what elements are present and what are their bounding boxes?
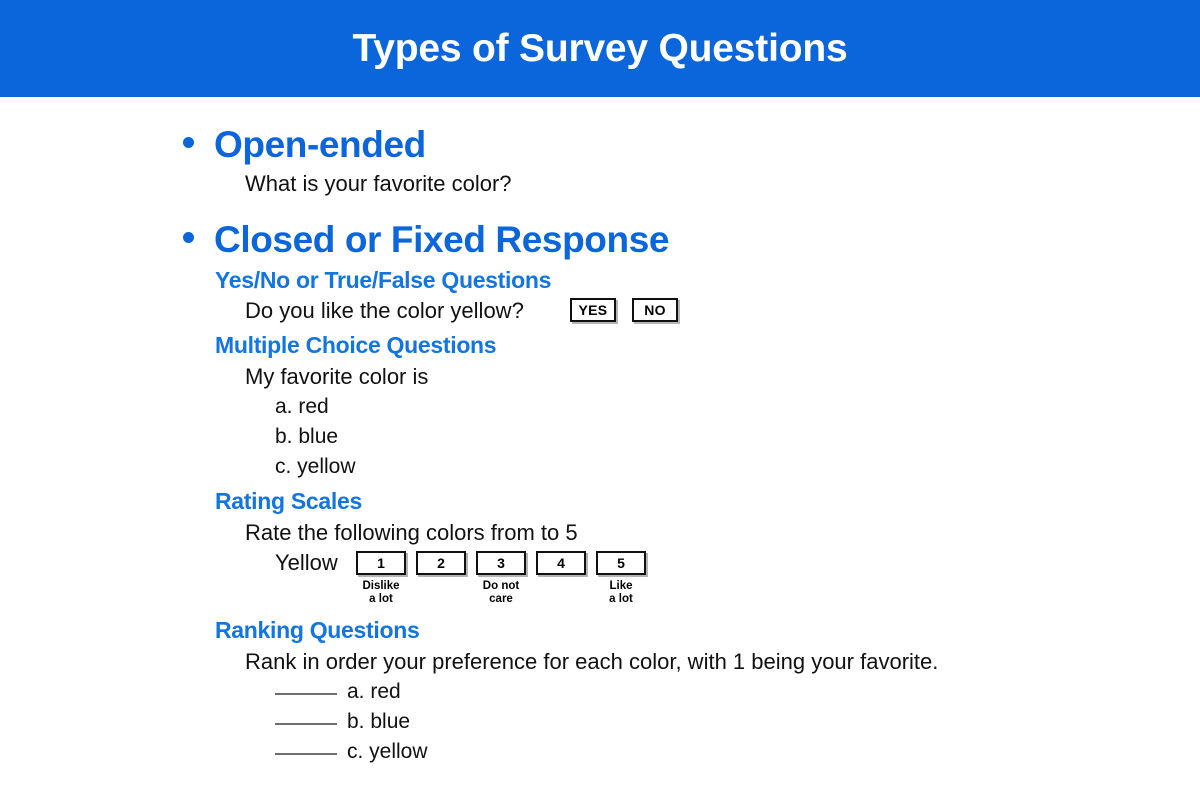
slide-body: Open-ended What is your favorite color? … — [0, 97, 1200, 800]
open-ended-example: What is your favorite color? — [245, 171, 512, 196]
subheading-rating-scales: Rating Scales — [215, 488, 362, 514]
ranking-blank-input-c[interactable] — [275, 753, 337, 755]
ranking-prompt: Rank in order your preference for each c… — [245, 649, 939, 674]
page-title: Types of Survey Questions — [352, 26, 848, 70]
ranking-label-a: a. red — [347, 680, 401, 703]
multiple-choice-option-c: c. yellow — [275, 455, 356, 478]
rating-item-label: Yellow — [275, 550, 338, 575]
multiple-choice-prompt: My favorite color is — [245, 364, 429, 389]
answer-box-no[interactable]: NO — [632, 298, 678, 322]
rating-cell-3: 3 Do not care — [476, 551, 526, 606]
rating-scale-group: 1 Dislike a lot 2 3 Do not care 4 5 Like… — [356, 551, 646, 606]
ranking-row-a: a. red — [275, 680, 401, 704]
bullet-closed-response: Closed or Fixed Response — [183, 219, 669, 261]
rating-caption-5: Like a lot — [609, 580, 633, 606]
rating-cell-5: 5 Like a lot — [596, 551, 646, 606]
multiple-choice-option-a: a. red — [275, 395, 329, 418]
rating-cell-4: 4 — [536, 551, 586, 606]
subheading-ranking: Ranking Questions — [215, 617, 420, 643]
ranking-label-c: c. yellow — [347, 740, 428, 763]
rating-caption-1: Dislike a lot — [362, 580, 400, 606]
bullet-open-ended: Open-ended — [183, 124, 426, 166]
ranking-label-b: b. blue — [347, 710, 411, 733]
answer-box-yes[interactable]: YES — [570, 298, 616, 322]
slide: Types of Survey Questions Open-ended Wha… — [0, 0, 1200, 800]
bullet-dot-icon — [183, 232, 194, 243]
yes-no-prompt: Do you like the color yellow? — [245, 298, 524, 323]
multiple-choice-option-b: b. blue — [275, 425, 339, 448]
ranking-blank-input-a[interactable] — [275, 693, 337, 695]
ranking-blank-input-b[interactable] — [275, 723, 337, 725]
rating-box-5[interactable]: 5 — [596, 551, 646, 575]
ranking-row-b: b. blue — [275, 710, 410, 734]
rating-cell-1: 1 Dislike a lot — [356, 551, 406, 606]
subheading-multiple-choice: Multiple Choice Questions — [215, 332, 497, 358]
ranking-row-c: c. yellow — [275, 740, 428, 764]
rating-caption-3: Do not care — [482, 580, 520, 606]
subheading-yes-no: Yes/No or True/False Questions — [215, 267, 552, 293]
rating-box-1[interactable]: 1 — [356, 551, 406, 575]
section-title-open-ended: Open-ended — [214, 124, 426, 165]
rating-box-4[interactable]: 4 — [536, 551, 586, 575]
rating-scales-prompt: Rate the following colors from to 5 — [245, 520, 578, 545]
rating-box-2[interactable]: 2 — [416, 551, 466, 575]
section-title-closed-response: Closed or Fixed Response — [214, 219, 670, 260]
bullet-dot-icon — [183, 137, 194, 148]
rating-box-3[interactable]: 3 — [476, 551, 526, 575]
rating-cell-2: 2 — [416, 551, 466, 606]
